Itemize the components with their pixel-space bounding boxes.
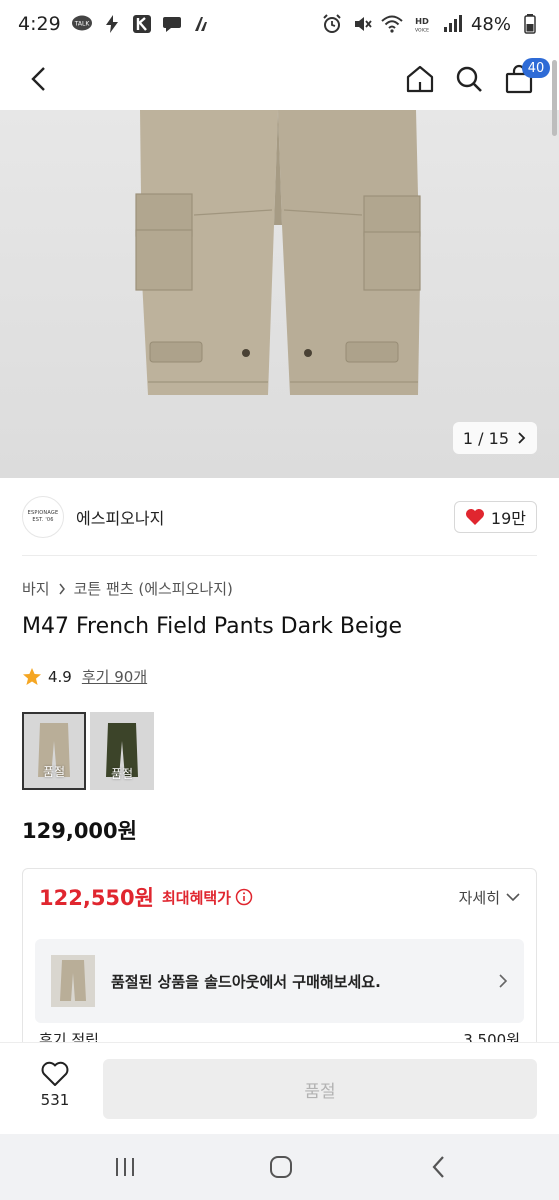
chevron-down-icon (506, 893, 520, 902)
wishlist-button[interactable]: 531 (28, 1061, 82, 1117)
svg-text:HD: HD (415, 16, 429, 26)
brand-logo-text: ESPIONAGE (27, 510, 59, 516)
breadcrumb-category[interactable]: 바지 (22, 578, 50, 599)
soldout-purchase-button[interactable]: 품절 (103, 1059, 537, 1119)
battery-icon (519, 14, 541, 34)
svg-text:TALK: TALK (73, 21, 90, 28)
soldout-message: 품절된 상품을 솔드아웃에서 구매해보세요. (111, 972, 381, 991)
recent-apps-icon (116, 1158, 134, 1176)
cart-count-badge: 40 (522, 58, 550, 78)
max-benefit-price: 122,550원 (39, 886, 154, 910)
color-swatch-olive[interactable]: 품절 (90, 712, 154, 790)
brand-logo-subtext: EST. '06 (32, 517, 54, 523)
mute-icon (351, 14, 373, 34)
status-system-icons: HD VOICE 48% (321, 14, 541, 35)
toss-icon (191, 14, 213, 34)
details-label: 자세히 (458, 888, 500, 907)
cart-button[interactable]: 40 (496, 56, 550, 102)
system-navigation-bar (0, 1134, 559, 1200)
benefit-box: 122,550원 최대혜택가 자세히 품절된 상품을 솔드아웃에서 구매해보세요… (22, 868, 537, 1058)
image-page-indicator[interactable]: 1 / 15 (452, 422, 537, 454)
brand-like-button[interactable]: 19만 (453, 501, 537, 533)
chevron-right-icon (499, 974, 508, 988)
back-button[interactable] (16, 56, 62, 102)
status-time: 4:29 (18, 13, 61, 35)
battery-percentage: 48% (470, 13, 511, 35)
chevron-right-icon (59, 583, 65, 594)
system-back-button[interactable] (424, 1152, 454, 1182)
original-price: 129,000원 (22, 819, 137, 843)
brand-name[interactable]: 에스피오나지 (76, 505, 164, 529)
rating-row: 4.9 후기 90개 (22, 666, 147, 687)
search-button[interactable] (446, 56, 492, 102)
review-count-link[interactable]: 후기 90개 (82, 666, 147, 687)
signal-icon (441, 14, 463, 34)
chat-bubble-icon (161, 14, 183, 34)
bolt-icon (101, 14, 123, 34)
page-scrollbar[interactable] (552, 60, 557, 136)
home-icon (406, 65, 434, 93)
divider (22, 555, 537, 556)
search-icon (456, 66, 482, 92)
svg-text:VOICE: VOICE (415, 27, 429, 33)
soldout-marketplace-card[interactable]: 품절된 상품을 솔드아웃에서 구매해보세요. (35, 939, 524, 1023)
swatch-soldout-label: 품절 (110, 767, 134, 781)
wishlist-count: 531 (40, 1091, 70, 1109)
bottom-action-bar: 531 품절 (0, 1042, 559, 1134)
top-navigation-bar: 40 (0, 48, 559, 110)
chevron-left-icon (31, 67, 45, 91)
product-image-carousel[interactable]: 1 / 15 (0, 110, 559, 478)
breadcrumb-subcategory[interactable]: 코튼 팬츠 (에스피오나지) (74, 578, 233, 599)
chevron-right-icon (518, 432, 526, 444)
kakaotalk-icon: TALK (71, 14, 93, 34)
brand-like-count: 19만 (490, 509, 526, 528)
breadcrumb: 바지 코튼 팬츠 (에스피오나지) (22, 578, 233, 599)
max-benefit-label: 최대혜택가 (161, 888, 231, 907)
alarm-icon (321, 14, 343, 34)
back-arrow-icon (432, 1156, 444, 1178)
info-icon[interactable] (235, 888, 253, 906)
image-counter-text: 1 / 15 (462, 428, 509, 448)
k-app-icon (131, 14, 153, 34)
wifi-icon (381, 14, 403, 34)
swatch-soldout-label: 품절 (42, 765, 66, 779)
hd-voice-icon: HD VOICE (411, 14, 433, 34)
brand-row: ESPIONAGE EST. '06 에스피오나지 19만 (0, 478, 559, 556)
heart-filled-icon (465, 509, 484, 525)
benefit-details-button[interactable]: 자세히 (459, 887, 520, 908)
home-circle-icon (270, 1156, 292, 1178)
status-bar: 4:29 TALK HD VOICE 48% (0, 0, 559, 48)
pants-thumbnail-image (60, 960, 86, 1001)
rating-value: 4.9 (48, 667, 72, 686)
heart-outline-icon (41, 1061, 69, 1086)
star-icon (23, 667, 41, 685)
recent-apps-button[interactable] (110, 1152, 140, 1182)
color-swatch-dark-beige[interactable]: 품절 (22, 712, 86, 790)
status-notification-icons: TALK (71, 14, 213, 34)
benefit-header: 122,550원 최대혜택가 자세히 (23, 869, 536, 925)
soldout-product-thumbnail (51, 955, 95, 1007)
home-button[interactable] (397, 56, 443, 102)
brand-logo[interactable]: ESPIONAGE EST. '06 (22, 496, 64, 538)
home-system-button[interactable] (266, 1152, 296, 1182)
color-swatches: 품절 품절 (22, 712, 154, 790)
product-title: M47 French Field Pants Dark Beige (22, 614, 403, 639)
